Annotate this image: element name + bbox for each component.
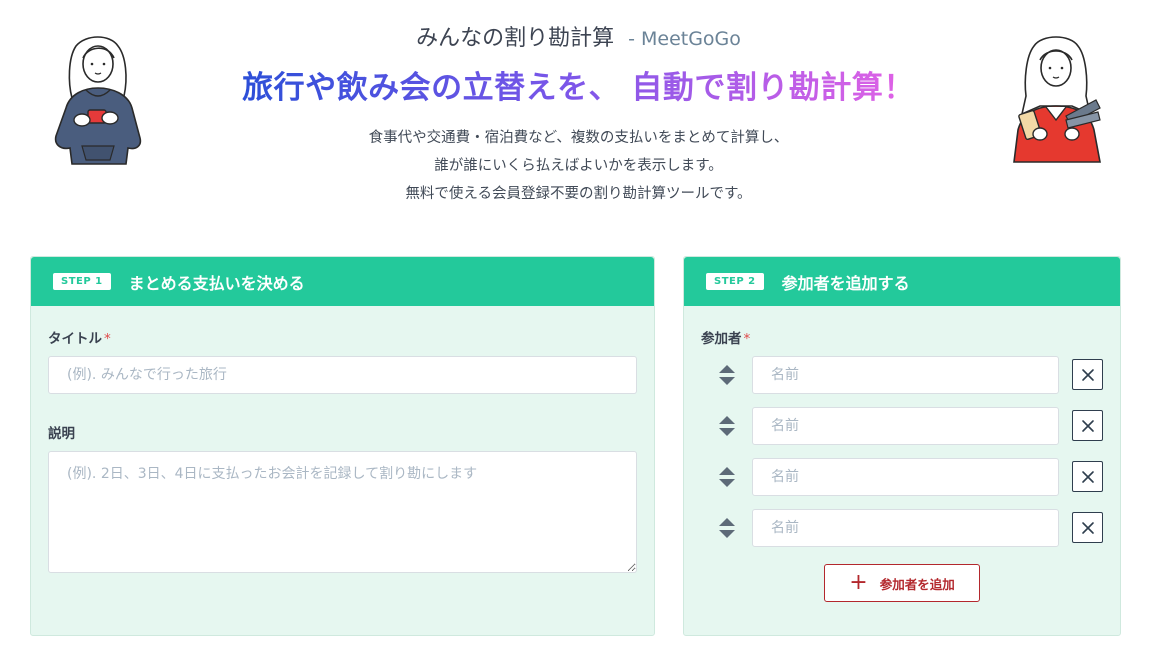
step1-card-header: STEP 1 まとめる支払いを決める [31, 257, 654, 306]
sort-handle-icon[interactable] [718, 466, 736, 488]
remove-participant-button[interactable] [1072, 512, 1103, 543]
add-participant-label: 参加者を追加 [879, 576, 955, 592]
sort-handle-icon[interactable] [718, 364, 736, 386]
description-label: 説明 [48, 422, 75, 442]
sort-handle-icon[interactable] [718, 415, 736, 437]
participant-name-input[interactable] [752, 458, 1059, 496]
headline: 旅行や飲み会の立替えを、 自動で割り勘計算！ [0, 62, 1157, 107]
participant-row [684, 407, 1120, 445]
site-brand: - MeetGoGo [628, 28, 741, 50]
intro-description: 食事代や交通費・宿泊費など、複数の支払いをまとめて計算し、 誰が誰にいくら払えば… [0, 124, 1157, 208]
close-icon [1081, 470, 1094, 483]
close-icon [1081, 368, 1094, 381]
sort-handle-icon[interactable] [718, 517, 736, 539]
participant-name-input[interactable] [752, 356, 1059, 394]
participant-name-input[interactable] [752, 509, 1059, 547]
participants-label: 参加者 * [701, 327, 750, 347]
step2-badge: STEP 2 [706, 273, 764, 290]
participant-row [684, 356, 1120, 394]
remove-participant-button[interactable] [1072, 461, 1103, 492]
step2-card-header: STEP 2 参加者を追加する [684, 257, 1120, 306]
step2-card: STEP 2 参加者を追加する 参加者 * 名前 名前 名前 名前 + 参加者を… [683, 256, 1121, 636]
required-mark: * [104, 331, 111, 347]
participant-row [684, 458, 1120, 496]
illustration-woman-holding-cash [1000, 30, 1112, 168]
add-participant-button[interactable]: + 参加者を追加 [824, 564, 980, 602]
headline-text: 旅行や飲み会の立替えを、 自動で割り勘計算！ [242, 62, 915, 107]
title-label-text: タイトル [48, 331, 102, 347]
plus-icon: + [849, 570, 868, 595]
description-line: 無料で使える会員登録不要の割り勘計算ツールです。 [405, 186, 752, 202]
close-icon [1081, 521, 1094, 534]
step1-title: まとめる支払いを決める [128, 273, 305, 293]
remove-participant-button[interactable] [1072, 359, 1103, 390]
step1-card: STEP 1 まとめる支払いを決める タイトル* 説明 [30, 256, 655, 636]
required-mark: * [743, 331, 751, 347]
step2-title: 参加者を追加する [781, 273, 910, 293]
description-line: 誰が誰にいくら払えばよいかを表示します。 [434, 158, 723, 174]
step1-badge: STEP 1 [53, 273, 111, 290]
description-label-text: 説明 [48, 426, 75, 442]
description-textarea[interactable] [48, 451, 637, 573]
remove-participant-button[interactable] [1072, 410, 1103, 441]
title-input[interactable] [48, 356, 637, 394]
participant-row [684, 509, 1120, 547]
participants-label-text: 参加者 [701, 331, 742, 347]
participant-name-input[interactable] [752, 407, 1059, 445]
close-icon [1081, 419, 1094, 432]
site-title-row: みんなの割り勘計算 - MeetGoGo [0, 20, 1157, 52]
title-label: タイトル * [48, 327, 111, 347]
description-line: 食事代や交通費・宿泊費など、複数の支払いをまとめて計算し、 [368, 130, 789, 146]
site-title: みんなの割り勘計算 [416, 26, 615, 51]
